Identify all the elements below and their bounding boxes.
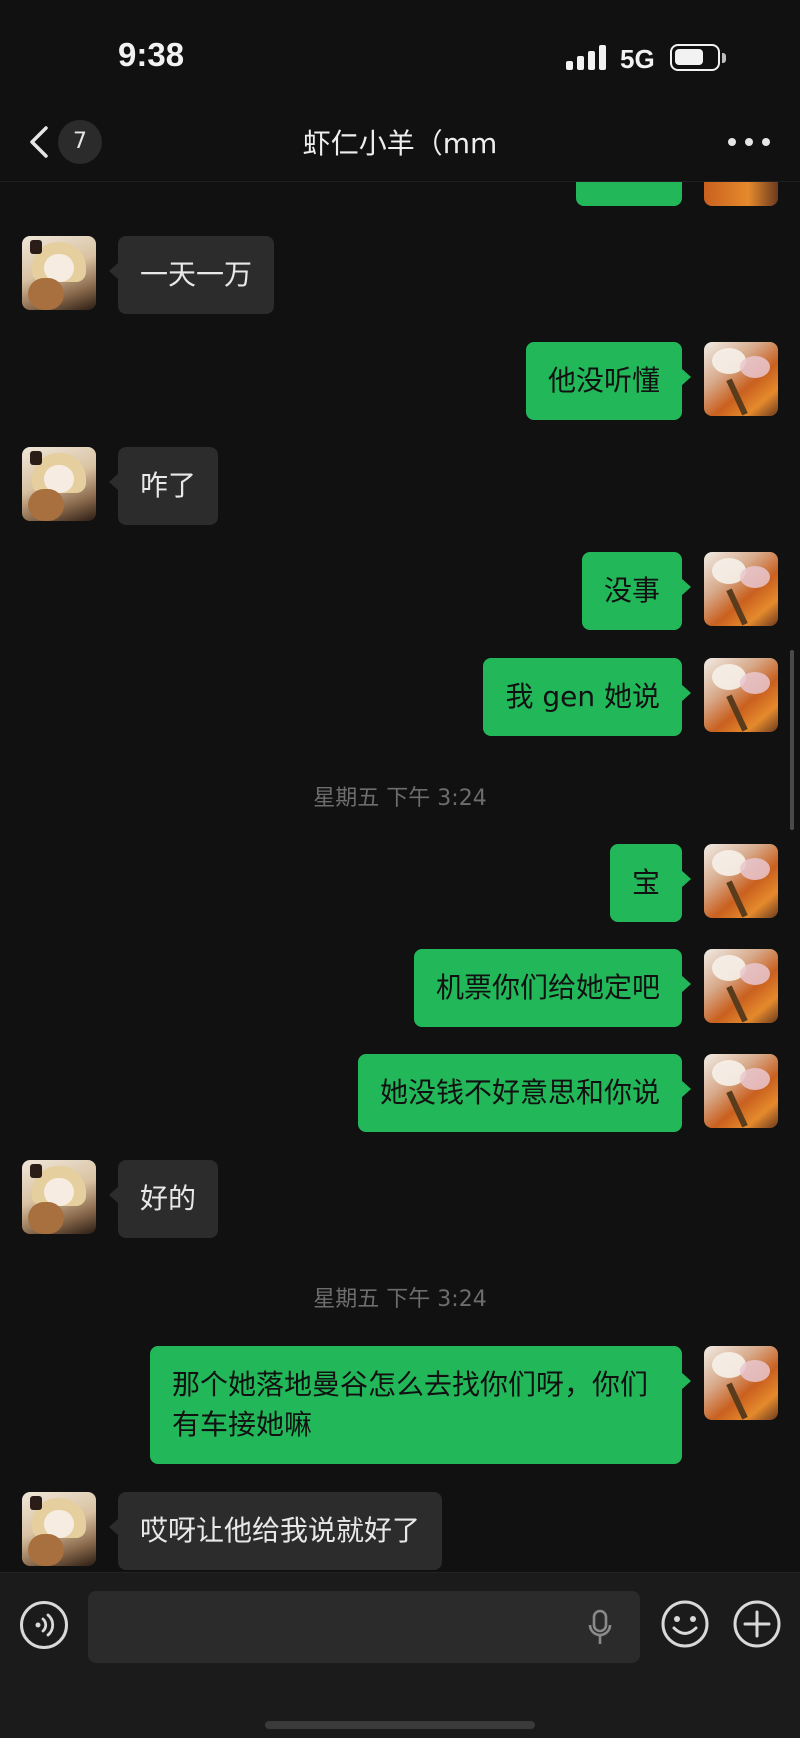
my-avatar[interactable] bbox=[704, 844, 778, 918]
emoji-icon[interactable] bbox=[660, 1599, 710, 1649]
message-bubble-outgoing[interactable]: 我 gen 她说 bbox=[483, 658, 691, 736]
message-bubble-outgoing[interactable]: 她没钱不好意思和你说 bbox=[357, 1054, 692, 1132]
battery-tip bbox=[722, 53, 726, 63]
timestamp-divider: 星期五 下午 3:24 bbox=[313, 786, 487, 811]
message-bubble-outgoing[interactable]: 机票你们给她定吧 bbox=[413, 949, 692, 1027]
my-avatar[interactable] bbox=[704, 658, 778, 732]
message-bubble-incoming[interactable]: 咋了 bbox=[108, 447, 219, 525]
contact-avatar[interactable] bbox=[22, 1160, 96, 1234]
message-bubble-outgoing[interactable]: 宝 bbox=[609, 844, 692, 922]
status-time: 9:38 bbox=[118, 36, 185, 73]
timestamp-divider: 星期五 下午 3:24 bbox=[313, 1287, 487, 1312]
contact-avatar[interactable] bbox=[22, 236, 96, 310]
message-bubble-incoming[interactable]: 好的 bbox=[108, 1160, 219, 1238]
message-bubble-incoming[interactable]: 哎呀让他给我说就好了 bbox=[108, 1492, 443, 1570]
message-bubble-outgoing[interactable]: 那个她落地曼谷怎么去找你们呀，你们有车接她嘛 bbox=[150, 1346, 691, 1464]
my-avatar[interactable] bbox=[704, 342, 778, 416]
my-avatar[interactable] bbox=[704, 1054, 778, 1128]
scrollbar[interactable] bbox=[790, 650, 794, 830]
network-type: 5G bbox=[620, 44, 655, 74]
mic-icon[interactable] bbox=[586, 1609, 614, 1647]
more-icon[interactable] bbox=[726, 130, 772, 154]
message-bubble-outgoing[interactable]: 他没听懂 bbox=[525, 342, 692, 420]
message-list[interactable]: 一天一万 他没听懂 咋了 没事 我 gen 她说 星期五 下午 3:24 宝 机… bbox=[0, 182, 800, 1572]
message-bubble-incoming[interactable]: 一天一万 bbox=[108, 236, 275, 314]
contact-avatar[interactable] bbox=[22, 447, 96, 521]
contact-avatar[interactable] bbox=[22, 1492, 96, 1566]
message-bubble-partial[interactable] bbox=[576, 182, 682, 206]
status-bar: 9:38 5G bbox=[0, 0, 800, 100]
voice-icon[interactable] bbox=[20, 1601, 68, 1649]
my-avatar[interactable] bbox=[704, 949, 778, 1023]
signal-icon bbox=[566, 44, 608, 70]
input-bar bbox=[0, 1572, 800, 1738]
battery-icon bbox=[670, 44, 720, 71]
avatar-partial[interactable] bbox=[704, 182, 778, 206]
plus-icon[interactable] bbox=[732, 1599, 782, 1649]
home-indicator bbox=[265, 1721, 535, 1729]
my-avatar[interactable] bbox=[704, 552, 778, 626]
chat-header: 7 虾仁小羊（mm bbox=[0, 100, 800, 182]
my-avatar[interactable] bbox=[704, 1346, 778, 1420]
message-input[interactable] bbox=[88, 1591, 640, 1663]
message-bubble-outgoing[interactable]: 没事 bbox=[581, 552, 692, 630]
chat-title: 虾仁小羊（mm bbox=[302, 127, 498, 160]
